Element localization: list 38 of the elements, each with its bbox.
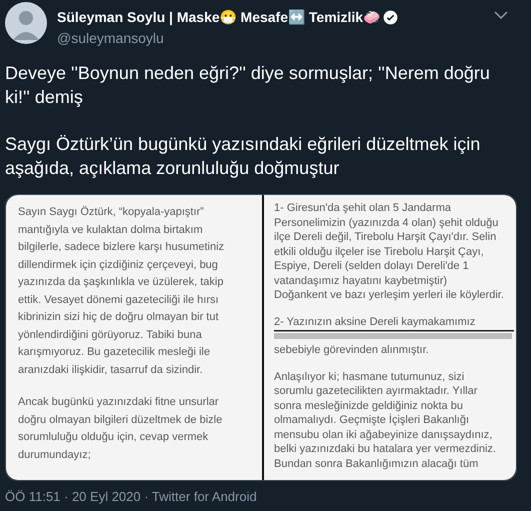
document-text-line: Espiye, Dereli (selden dolayı Dereli'de 1: [274, 259, 469, 274]
document-text-line: yönlendirdiğini görüyoruz. Tabiki buna: [18, 328, 202, 342]
document-text-line: Ancak bugünkü yazınızdaki fitne unsurlar: [18, 395, 219, 410]
tweet-timestamp[interactable]: ÖÖ 11:51 · 20 Eyl 2020 · Twitter for Android: [0, 487, 262, 506]
attached-image[interactable]: [5, 194, 517, 481]
document-text-line: olmamalıydı. Geçmişte İçişleri Bakanlığı: [274, 413, 470, 428]
document-text-line: Doğankent ve bazı yerleşim yerleri ile köylerdir.: [274, 288, 504, 302]
document-text-line: ilçe Dereli değil, Tirebolu Harşit Çayı'dır. Selin: [274, 230, 496, 244]
document-text-line: sorumluluğu olduğu için, cevap vermek: [18, 430, 208, 445]
tweet-text: Deveye ''Boynun neden eğri?'' diye sormuşlar; ''Nerem doğru ki!'' demiş: [5, 62, 491, 109]
author-handle[interactable]: @suleymansoylu: [57, 28, 164, 49]
document-text-line: mensubu olan iki ağabeyinize danışsaydınız,: [274, 428, 492, 442]
document-text-line: kibrinizin sizi hiç de doğru olmayan bir tut: [18, 310, 219, 325]
document-text-line: Bundan sonra Bakanlığımızın alacağı tüm: [274, 456, 478, 471]
document-text-line: Sayın Saygı Öztürk, “kopyala-yapıştır”: [18, 204, 204, 220]
author-name[interactable]: Süleyman Soylu | Maske😷 Mesafe↔ Temizlik🧼: [57, 7, 380, 28]
chevron-down-icon[interactable]: [494, 11, 508, 19]
document-text-line: Anlaşılıyor ki; hasmane tutumunuz, sizi: [274, 370, 464, 384]
document-text-line: aranızdaki ilişkidir, tasarruf da sizindir.: [18, 362, 203, 378]
document-text-line: vatandaşımız hayatını kaybetmiştir): [274, 274, 448, 288]
document-text-line: yazınızda da şaşkınlıkla ve üzülerek, takip: [18, 275, 224, 290]
document-text-line: durumundayız;: [18, 448, 91, 462]
document-text-line: mantığıyla ve kulaktan dolma birtakım: [18, 222, 203, 238]
avatar-icon[interactable]: [5, 2, 47, 44]
tweet-text: Saygı Öztürk’ün bugünkü yazısındaki eğrileri düzeltmek için aşağıda, açıklama zorunluluğu doğmuştur: [5, 133, 482, 180]
document-text-line: 2- Yazınızın aksine Dereli kaymakamımız: [274, 314, 476, 329]
document-text-line: 1- Giresun'da şehit olan 5 Jandarma: [274, 201, 451, 216]
document-text-line: karışmıyoruz. Bu gazetecilik mesleği ile: [18, 345, 210, 360]
document-text-line: ettik. Vesayet dönemi gazeteciliği ile hırsı: [18, 292, 219, 308]
document-text-line: etkili olduğu ilçeler ise Tirebolu Harşit Çayı,: [274, 244, 484, 259]
document-text-line: sebebiyle görevinden alınmıştır.: [274, 343, 429, 358]
document-text-line: belki yazınızdaki bu hatalara yer vermezdiniz.: [274, 442, 496, 456]
document-text-line: dillendirmek için çizdiğiniz çerçeveyi, bug: [18, 258, 218, 272]
document-text-line: doğru olmayan bilgileri düzeltmek de bizle: [18, 412, 222, 428]
document-text-line: sorumlu gazetecilikten ayırmaktadır. Yıllar: [274, 384, 478, 398]
document-text-line: sonra mesleğinizde geldiğiniz nokta bu: [274, 398, 463, 413]
document-text-line: Personelimizin (yazınızda 4 olan) şehit olduğu: [274, 216, 498, 230]
document-text-line: bilgilerle, sadece bizlere karşı husumetiniz: [18, 240, 224, 255]
